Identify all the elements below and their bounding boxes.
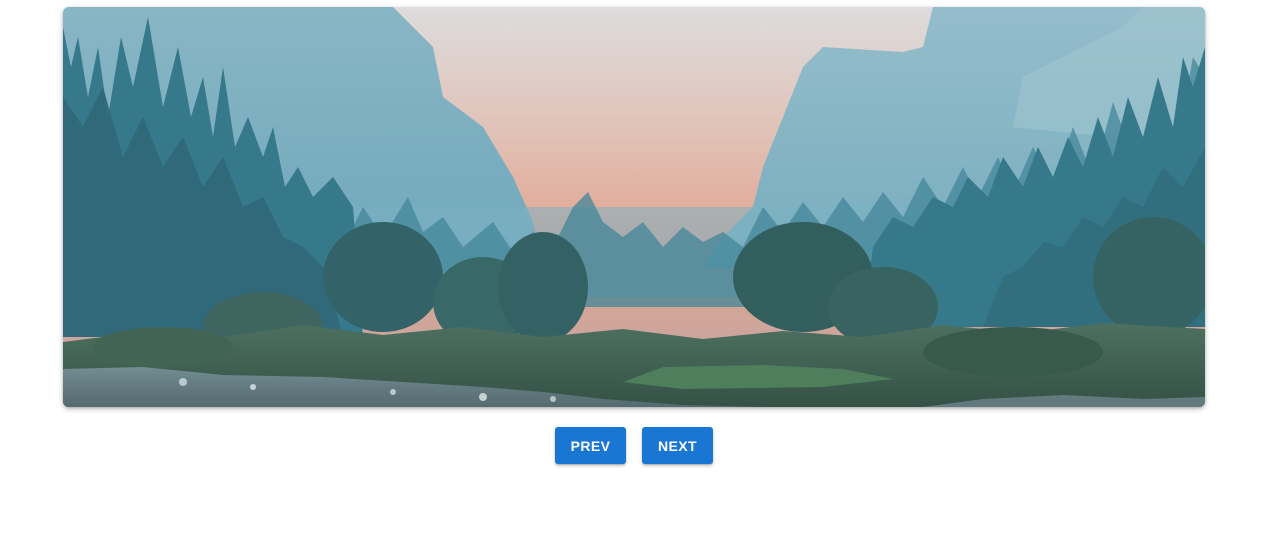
slide-image: [63, 7, 1205, 407]
carousel-controls: PREV NEXT: [0, 427, 1264, 464]
next-button[interactable]: NEXT: [642, 427, 713, 464]
page: PREV NEXT: [0, 0, 1264, 535]
image-carousel: [63, 7, 1205, 407]
prev-button[interactable]: PREV: [555, 427, 626, 464]
